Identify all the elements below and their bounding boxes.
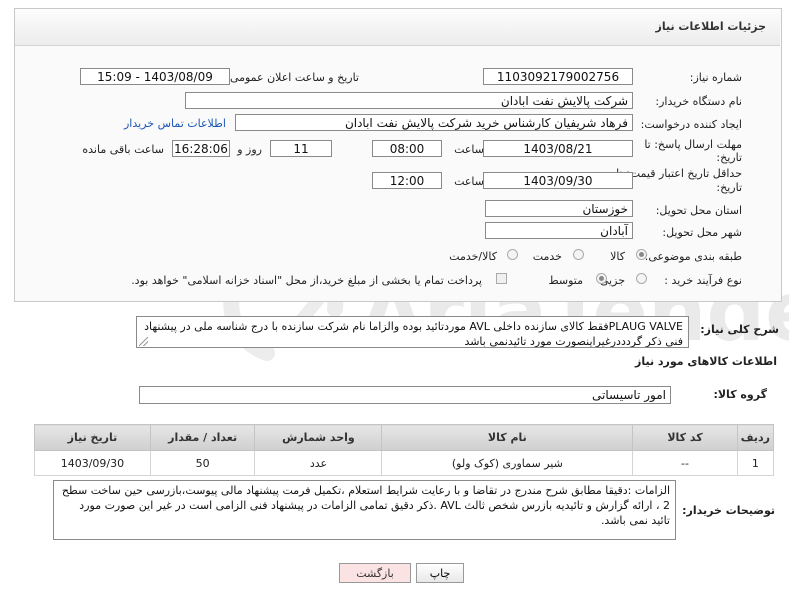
cell-name: شیر سماوری (کوک ولو): [381, 450, 634, 476]
category-label: طبقه بندی موضوعی:: [644, 250, 742, 263]
cell-date: 1403/09/30: [34, 450, 151, 476]
buyer-org-label: نام دستگاه خریدار:: [655, 95, 742, 108]
purchase-radio-medium[interactable]: [596, 273, 607, 284]
cell-qty: 50: [149, 450, 256, 476]
need-number-field[interactable]: 1103092179002756: [483, 68, 633, 85]
province-field[interactable]: خوزستان: [485, 200, 633, 217]
purchase-radio-minor[interactable]: [636, 273, 647, 284]
creator-label: ایجاد کننده درخواست:: [640, 118, 742, 131]
validity-time-label: ساعت: [454, 175, 484, 188]
back-button[interactable]: بازگشت: [339, 563, 411, 583]
category-radio-service[interactable]: [573, 249, 584, 260]
print-button[interactable]: چاپ: [416, 563, 464, 583]
page-title: جزئیات اطلاعات نیاز: [655, 20, 767, 33]
summary-textarea[interactable]: PLAUG VALVEفقط کالای سازنده داخلی AVL مو…: [136, 316, 689, 348]
validity-time-field[interactable]: 12:00: [372, 172, 442, 189]
days-field[interactable]: 11: [270, 140, 332, 157]
buyer-contact-link[interactable]: اطلاعات تماس خریدار: [124, 117, 226, 130]
city-label: شهر محل تحویل:: [662, 226, 742, 239]
reply-deadline-label-date: تاریخ:: [716, 151, 742, 164]
price-validity-label: حداقل تاریخ اعتبار قیمت: تا: [616, 167, 742, 180]
price-validity-label-date: تاریخ:: [716, 181, 742, 194]
reply-deadline-label: مهلت ارسال پاسخ: تا: [644, 138, 742, 151]
col-name: نام کالا: [381, 424, 634, 451]
col-date: تاریخ نیاز: [34, 424, 151, 451]
purchase-option-medium: متوسط: [548, 274, 583, 287]
goods-group-field[interactable]: امور تاسیساتی: [139, 386, 671, 404]
buyer-org-field[interactable]: شرکت پالایش نفت ابادان: [185, 92, 633, 109]
summary-label: شرح کلی نیاز:: [700, 323, 779, 336]
treasury-payment-note: پرداخت تمام یا بخشی از مبلغ خرید،از محل …: [131, 274, 482, 287]
remaining-label: ساعت باقی مانده: [82, 143, 164, 156]
col-qty: تعداد / مقدار: [149, 424, 256, 451]
table-row[interactable]: 1 -- شیر سماوری (کوک ولو) عدد 50 1403/09…: [34, 450, 775, 476]
city-field[interactable]: آبادان: [485, 222, 633, 239]
days-label: روز و: [237, 143, 262, 156]
treasury-payment-checkbox[interactable]: [496, 273, 507, 284]
category-option-goods-service: کالا/خدمت: [449, 250, 497, 263]
category-option-service: خدمت: [532, 250, 562, 263]
category-radio-goods[interactable]: [636, 249, 647, 260]
category-option-goods: کالا: [610, 250, 625, 263]
reply-time-label: ساعت: [454, 143, 484, 156]
reply-date-field[interactable]: 1403/08/21: [483, 140, 633, 157]
col-unit: واحد شمارش: [254, 424, 383, 451]
col-row: ردیف: [736, 424, 775, 451]
goods-table: ردیف کد کالا نام کالا واحد شمارش تعداد /…: [34, 424, 775, 476]
goods-group-label: گروه کالا:: [713, 388, 767, 401]
announce-label: تاریخ و ساعت اعلان عمومی:: [226, 71, 359, 84]
buyer-notes-text: الزامات :دقیقا مطابق شرح مندرج در تقاضا …: [61, 484, 670, 527]
panel-header: جزئیات اطلاعات نیاز: [15, 9, 780, 46]
province-label: استان محل تحویل:: [655, 204, 742, 217]
goods-section-title: اطلاعات کالاهای مورد نیاز: [635, 355, 777, 368]
creator-field[interactable]: فرهاد شریفیان کارشناس خرید شرکت پالایش ن…: [235, 114, 633, 131]
validity-date-field[interactable]: 1403/09/30: [483, 172, 633, 189]
cell-unit: عدد: [254, 450, 383, 476]
purchase-type-label: نوع فرآیند خرید :: [664, 274, 742, 287]
cell-row: 1: [736, 450, 775, 476]
need-number-label: شماره نیاز:: [689, 71, 742, 84]
table-header-row: ردیف کد کالا نام کالا واحد شمارش تعداد /…: [34, 424, 775, 451]
resize-grip-icon[interactable]: [139, 337, 148, 346]
col-code: کد کالا: [632, 424, 738, 451]
remaining-time-field[interactable]: 16:28:06: [172, 140, 230, 157]
category-radio-goods-service[interactable]: [507, 249, 518, 260]
buyer-notes-textarea[interactable]: الزامات :دقیقا مطابق شرح مندرج در تقاضا …: [53, 480, 676, 540]
summary-text: PLAUG VALVEفقط کالای سازنده داخلی AVL مو…: [144, 320, 683, 348]
cell-code: --: [632, 450, 738, 476]
reply-time-field[interactable]: 08:00: [372, 140, 442, 157]
buyer-notes-label: توضیحات خریدار:: [682, 504, 775, 517]
announce-date-field[interactable]: 1403/08/09 - 15:09: [80, 68, 230, 85]
